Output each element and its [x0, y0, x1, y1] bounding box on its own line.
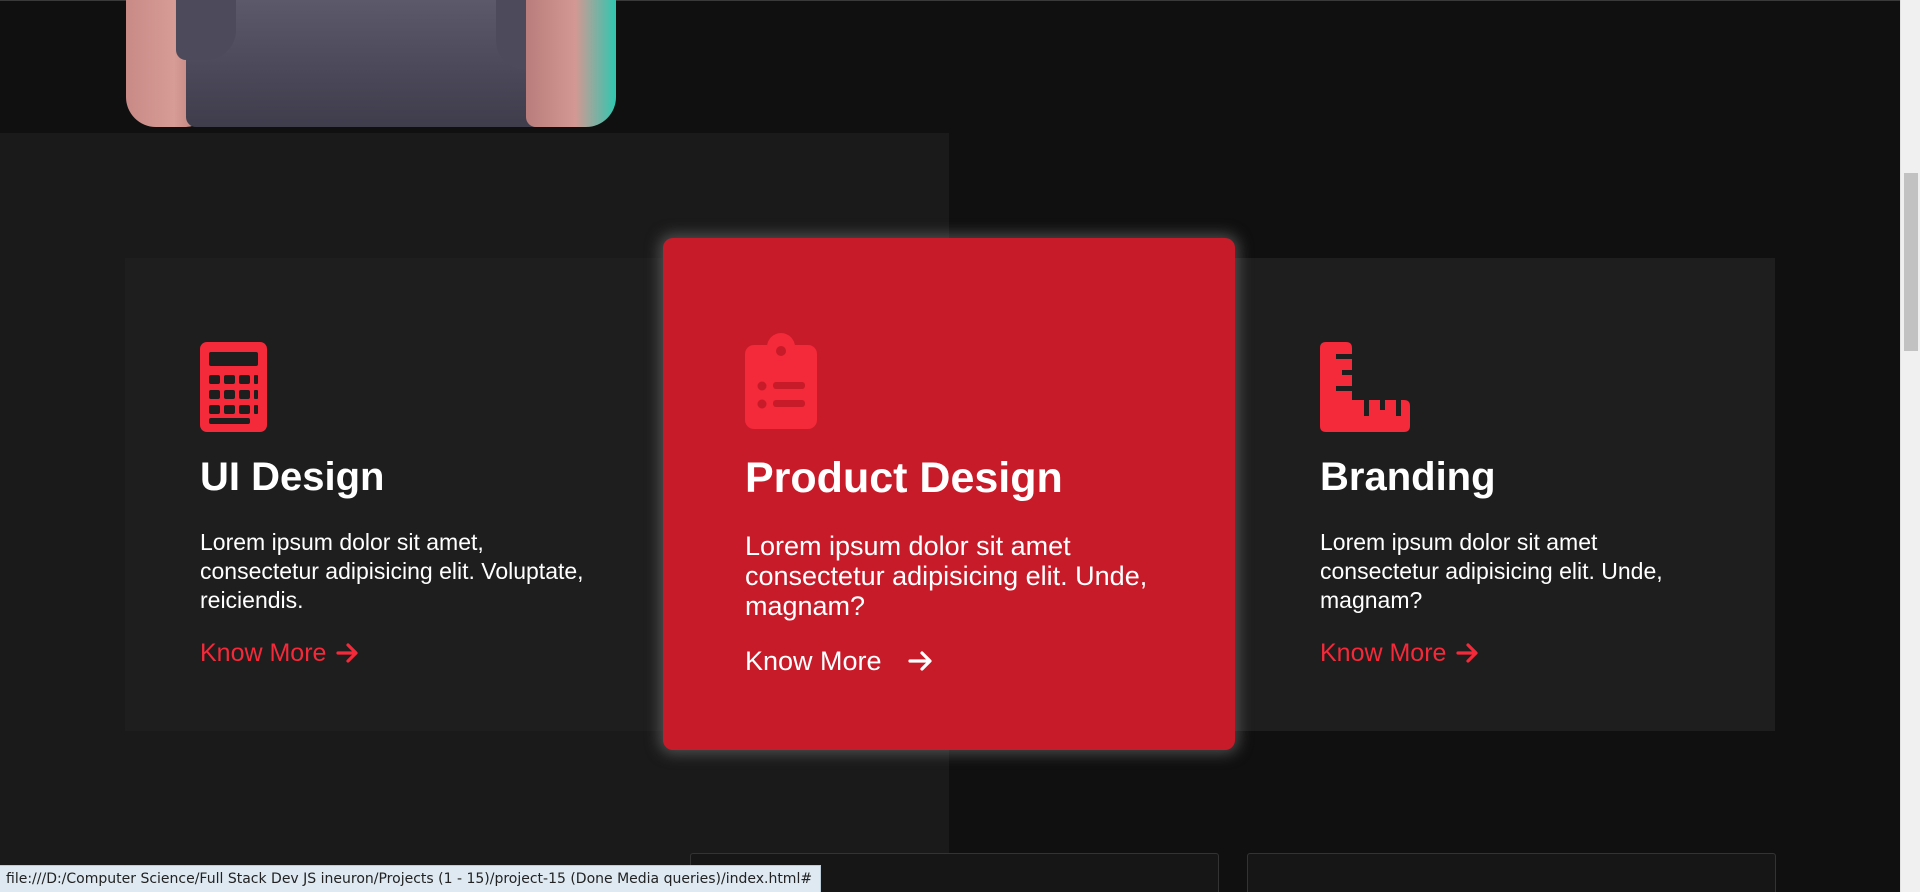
card-description: Lorem ipsum dolor sit amet, consectetur … — [200, 529, 584, 613]
service-card-ui-design: UI Design Lorem ipsum dolor sit amet, co… — [200, 342, 620, 682]
arrow-right-icon — [1456, 641, 1480, 665]
arrow-right-icon — [336, 641, 360, 665]
know-more-label: Know More — [1320, 639, 1447, 667]
lower-card — [1247, 853, 1776, 892]
clipboard-list-icon — [745, 333, 817, 434]
card-title: UI Design — [200, 455, 385, 499]
know-more-label: Know More — [200, 639, 327, 667]
vertical-scrollbar[interactable] — [1900, 0, 1920, 892]
browser-status-bar: file:///D:/Computer Science/Full Stack D… — [0, 865, 822, 892]
know-more-link[interactable]: Know More — [200, 638, 360, 668]
hero-sleeve-left — [176, 0, 236, 60]
card-description: Lorem ipsum dolor sit amet consectetur a… — [1320, 529, 1663, 613]
arrow-right-icon — [907, 649, 932, 673]
know-more-link[interactable]: Know More — [1320, 638, 1480, 668]
service-card-product-design: Product Design Lorem ipsum dolor sit ame… — [745, 333, 1205, 713]
card-description: Lorem ipsum dolor sit amet consectetur a… — [745, 531, 1148, 621]
calculator-icon — [200, 342, 267, 437]
hero-photo — [126, 0, 626, 127]
card-title: Product Design — [745, 454, 1063, 502]
ruler-combined-icon — [1320, 342, 1410, 437]
know-more-link[interactable]: Know More — [745, 646, 932, 676]
service-card-branding: Branding Lorem ipsum dolor sit amet cons… — [1320, 342, 1740, 682]
card-title: Branding — [1320, 455, 1496, 499]
page: UI Design Lorem ipsum dolor sit amet, co… — [0, 0, 1920, 892]
scrollbar-thumb[interactable] — [1904, 173, 1918, 351]
hero-arm-right — [526, 0, 616, 127]
know-more-label: Know More — [745, 646, 882, 676]
